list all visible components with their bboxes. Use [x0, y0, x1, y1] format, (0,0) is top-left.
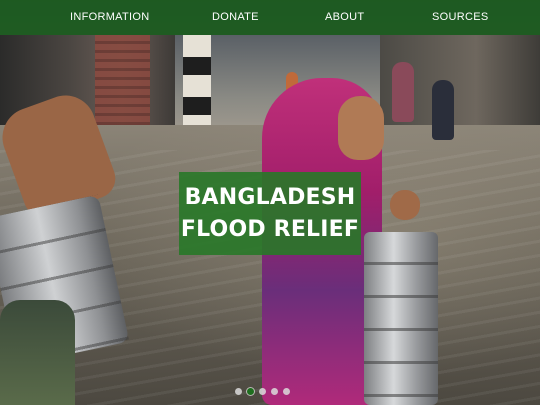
carousel-dot[interactable]	[259, 387, 266, 395]
right-tiffin-box	[364, 232, 438, 405]
top-navigation: INFORMATION DONATE ABOUT SOURCES	[0, 0, 540, 35]
headline-line-1: BANGLADESH	[184, 184, 356, 210]
carousel-dot[interactable]	[283, 387, 290, 395]
nav-information-link[interactable]: INFORMATION	[70, 0, 149, 35]
nav-about-link[interactable]: ABOUT	[325, 0, 364, 35]
carousel-dot[interactable]	[247, 387, 254, 395]
carousel-dot[interactable]	[235, 387, 242, 395]
carousel-indicators	[235, 386, 311, 396]
girl-face	[338, 96, 384, 160]
distant-person	[432, 80, 454, 140]
girl-hand	[390, 190, 420, 220]
headline-line-2: FLOOD RELIEF	[180, 216, 360, 242]
left-child	[0, 300, 75, 405]
distant-person	[392, 62, 414, 122]
carousel-dot[interactable]	[271, 387, 278, 395]
nav-donate-link[interactable]: DONATE	[212, 0, 259, 35]
headline-panel: BANGLADESH FLOOD RELIEF	[179, 172, 361, 255]
hero-banner: INFORMATION DONATE ABOUT SOURCES BANGLAD…	[0, 0, 540, 405]
nav-sources-link[interactable]: SOURCES	[432, 0, 489, 35]
